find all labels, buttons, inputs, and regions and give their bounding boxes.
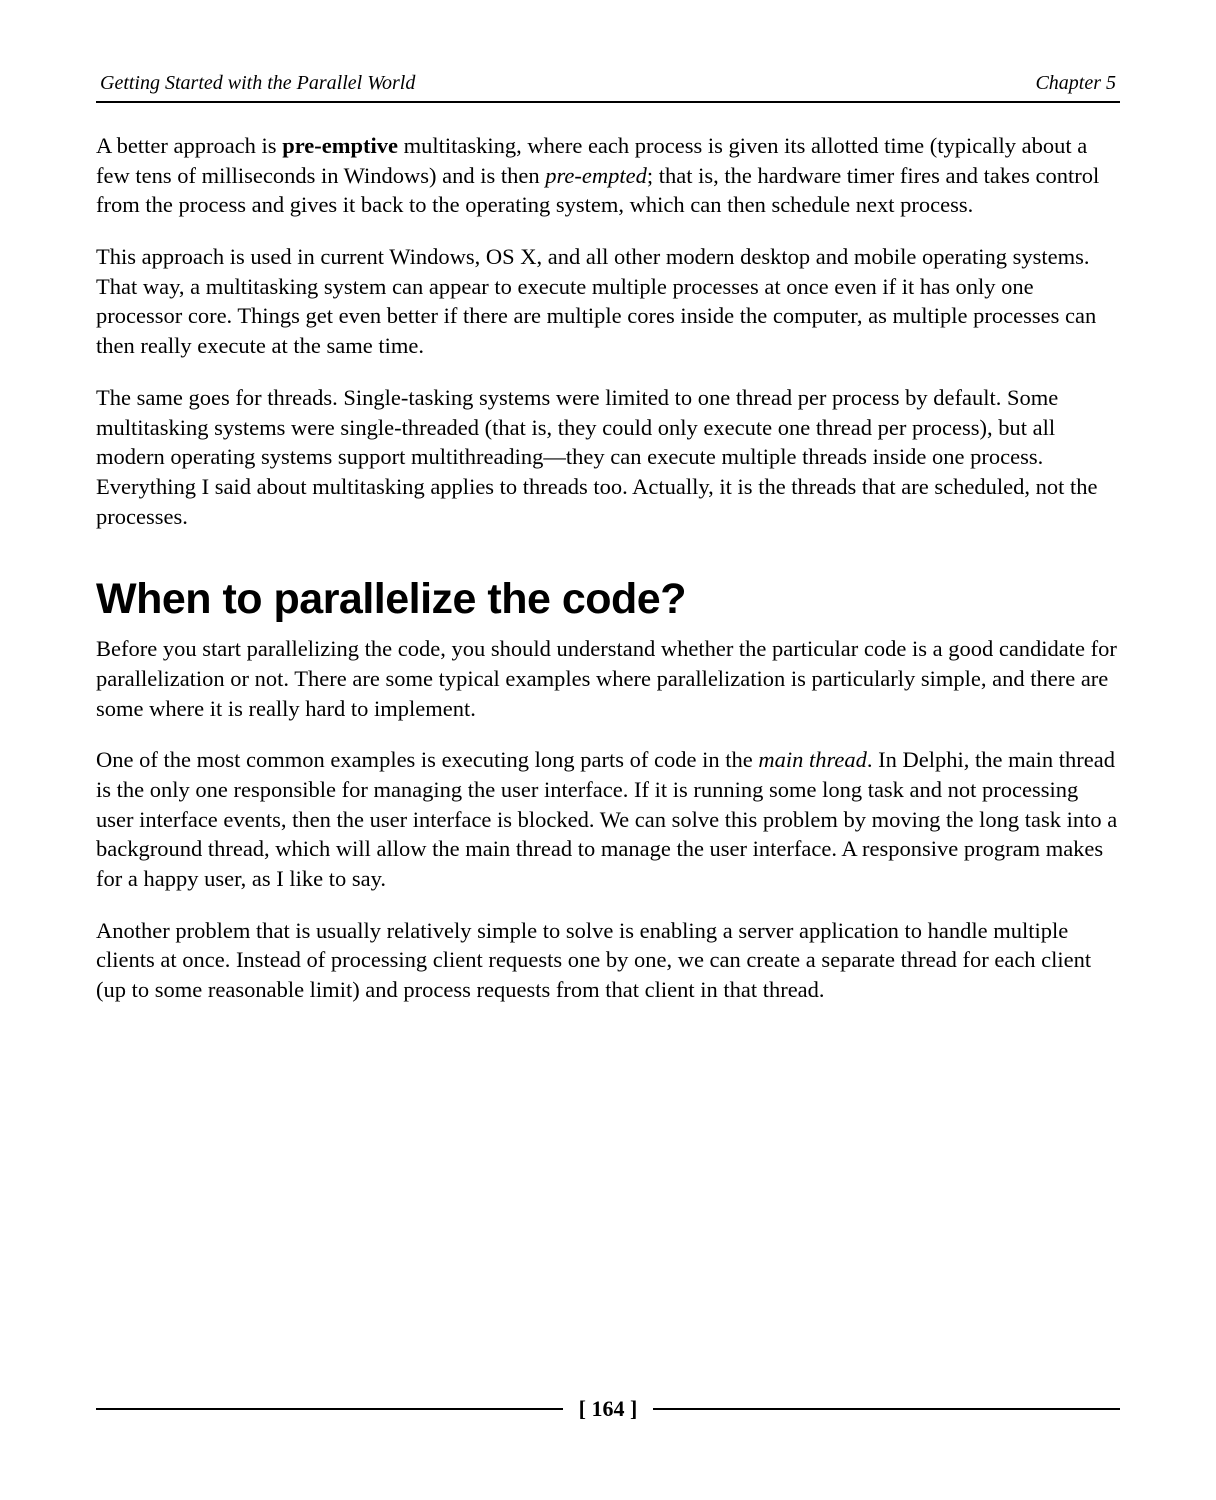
text: One of the most common examples is execu…	[96, 747, 758, 772]
page: Getting Started with the Parallel World …	[0, 0, 1216, 1500]
paragraph-5: One of the most common examples is execu…	[96, 745, 1120, 893]
section-heading: When to parallelize the code?	[96, 575, 1120, 624]
page-number: [ 164 ]	[573, 1396, 644, 1422]
paragraph-6: Another problem that is usually relative…	[96, 916, 1120, 1005]
footer: [ 164 ]	[96, 1396, 1120, 1422]
paragraph-4: Before you start parallelizing the code,…	[96, 634, 1120, 723]
paragraph-1: A better approach is pre-emptive multita…	[96, 131, 1120, 220]
paragraph-3: The same goes for threads. Single-taskin…	[96, 383, 1120, 531]
footer-rule-left	[96, 1408, 563, 1410]
text: A better approach is	[96, 133, 282, 158]
bold-term: pre-emptive	[282, 133, 398, 158]
footer-rule-right	[653, 1408, 1120, 1410]
header-rule	[96, 101, 1120, 103]
running-head-right: Chapter 5	[1035, 72, 1116, 95]
paragraph-2: This approach is used in current Windows…	[96, 242, 1120, 361]
italic-term: pre-empted	[545, 163, 647, 188]
italic-term: main thread	[758, 747, 867, 772]
running-head-left: Getting Started with the Parallel World	[100, 72, 415, 95]
running-head: Getting Started with the Parallel World …	[96, 72, 1120, 101]
